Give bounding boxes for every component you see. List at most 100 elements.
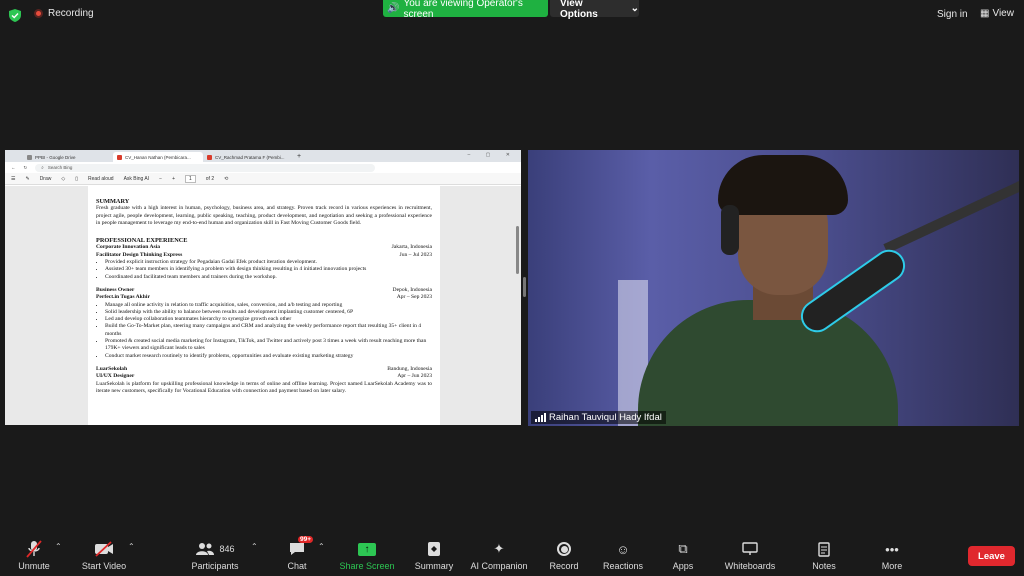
job-org: Business Owner	[96, 286, 135, 293]
ai-companion-label: AI Companion	[470, 561, 528, 571]
audio-options-chevron-icon[interactable]: ⌃	[55, 542, 62, 551]
summary-text: Fresh graduate with a high interest in h…	[96, 205, 432, 226]
drive-icon	[27, 154, 32, 160]
job-entry: LuarSekolah Bandung, Indonesia UI/UX Desi…	[96, 366, 432, 395]
notes-label: Notes	[812, 561, 836, 571]
eraser-icon[interactable]: ◇	[61, 176, 65, 182]
view-button[interactable]: ▦ View	[980, 8, 1014, 19]
camera-off-icon	[94, 539, 114, 559]
tab-title: PPBI - Google Drive	[35, 154, 76, 160]
pdf-scrollbar[interactable]	[516, 226, 519, 274]
view-options-button[interactable]: View Options ⌄	[550, 0, 639, 20]
apps-label: Apps	[672, 561, 694, 571]
share-screen-label: Share Screen	[339, 561, 395, 571]
refresh-icon[interactable]: ↻	[24, 165, 28, 171]
smiley-add-icon: ☺	[616, 541, 630, 557]
apps-icon: ⧉	[678, 541, 688, 556]
start-video-button[interactable]: Start Video	[74, 539, 134, 571]
share-screen-icon: ↑	[358, 539, 376, 559]
zoom-in-icon[interactable]: +	[172, 176, 175, 182]
job-bullet: Conduct market research routinely to ide…	[105, 353, 432, 360]
read-aloud-button[interactable]: Read aloud	[88, 176, 114, 182]
summary-icon	[427, 539, 441, 559]
summary-button[interactable]: Summary	[404, 539, 464, 571]
view-label: View	[992, 8, 1014, 19]
browser-tab-active[interactable]: CV_Hanan Nathan (Pembicara...	[113, 152, 203, 162]
participant-name: Raihan Tauviqul Hady Ifdal	[549, 412, 662, 423]
experience-heading: PROFESSIONAL EXPERIENCE	[96, 237, 188, 245]
meeting-top-bar: Recording 🔊 You are viewing Operator's s…	[0, 0, 1024, 32]
job-dates: Apr – Jun 2023	[397, 373, 432, 380]
video-person-hair	[718, 155, 848, 215]
rotate-icon[interactable]: ⟲	[224, 176, 228, 182]
new-tab-icon[interactable]: +	[297, 153, 301, 160]
pdf-icon	[207, 154, 212, 160]
window-controls[interactable]: – ▢ ✕	[468, 152, 517, 158]
highlight-icon[interactable]: ✎	[25, 176, 29, 182]
recording-indicator[interactable]: Recording	[34, 8, 94, 19]
mic-arm	[883, 176, 1019, 254]
contents-icon[interactable]: ☰	[11, 176, 15, 182]
tab-title: CV_Rachmad Pratama F (Pembi...	[215, 154, 285, 160]
sign-in-button[interactable]: Sign in	[931, 8, 974, 21]
participants-button[interactable]: 846 Participants	[185, 539, 245, 571]
job-entry: Corporate Innovation Asia Jakarta, Indone…	[96, 244, 432, 280]
leave-button[interactable]: Leave	[968, 546, 1015, 566]
pdf-icon	[117, 154, 122, 160]
job-bullet: Build the Go-To-Market plan, steering ma…	[105, 323, 432, 338]
shared-screen[interactable]: PPBI - Google Drive CV_Hanan Nathan (Pem…	[5, 150, 521, 425]
participants-options-chevron-icon[interactable]: ⌃	[251, 542, 258, 551]
whiteboard-icon	[742, 539, 758, 559]
chat-options-chevron-icon[interactable]: ⌃	[318, 542, 325, 551]
browser-tab[interactable]: CV_Rachmad Pratama F (Pembi...	[203, 152, 293, 162]
pdf-viewer[interactable]: SUMMARY Fresh graduate with a high inter…	[5, 186, 521, 425]
participants-count: 846	[219, 544, 235, 554]
participants-icon: 846	[195, 539, 235, 559]
more-label: More	[881, 561, 903, 571]
whiteboards-button[interactable]: Whiteboards	[720, 539, 780, 571]
page-total: of 2	[205, 175, 215, 182]
split-view-divider[interactable]	[523, 277, 526, 297]
job-org: LuarSekolah	[96, 365, 128, 372]
viewing-banner-text: You are viewing Operator's screen	[403, 0, 523, 20]
shield-check-icon[interactable]	[9, 9, 21, 22]
chat-label: Chat	[287, 561, 307, 571]
whiteboards-label: Whiteboards	[724, 561, 776, 571]
job-role: UI/UX Designer	[96, 373, 135, 380]
ask-bing-button[interactable]: Ask Bing AI	[124, 176, 150, 182]
page-view-icon[interactable]: ▯	[75, 176, 78, 182]
signal-strength-icon	[535, 413, 546, 422]
job-location: Jakarta, Indonesia	[391, 244, 432, 251]
search-placeholder: Search Bing	[47, 165, 73, 170]
search-input[interactable]: ⌕ Search Bing	[35, 163, 376, 172]
viewing-screen-banner: 🔊 You are viewing Operator's screen	[383, 0, 548, 20]
record-icon	[557, 539, 571, 559]
search-icon: ⌕	[41, 165, 44, 170]
pdf-page: SUMMARY Fresh graduate with a high inter…	[88, 186, 440, 425]
video-options-chevron-icon[interactable]: ⌃	[128, 542, 135, 551]
job-dates: Apr – Sep 2023	[396, 294, 432, 301]
share-screen-button[interactable]: ↑ Share Screen	[337, 539, 397, 571]
participant-video-tile[interactable]: Raihan Tauviqul Hady Ifdal	[528, 150, 1019, 426]
zoom-out-icon[interactable]: −	[159, 176, 162, 182]
participant-name-label: Raihan Tauviqul Hady Ifdal	[531, 411, 666, 424]
browser-address-bar: ← ↻ ⌕ Search Bing	[5, 162, 521, 173]
chat-unread-badge: 99+	[298, 536, 314, 543]
ai-companion-button[interactable]: ✦ AI Companion	[469, 539, 529, 571]
chat-icon: 99+	[289, 536, 314, 559]
record-button[interactable]: Record	[534, 539, 594, 571]
sparkle-icon: ✦	[493, 541, 505, 556]
page-number-input[interactable]: 1	[184, 174, 196, 183]
pdf-toolbar: ☰ ✎ Draw ◇ ▯ Read aloud Ask Bing AI − + …	[5, 173, 521, 185]
draw-button[interactable]: Draw	[40, 176, 52, 182]
job-entry: Business Owner Depok, Indonesia Perfect.i…	[96, 287, 432, 360]
more-button[interactable]: ••• More	[862, 539, 922, 572]
browser-tab[interactable]: PPBI - Google Drive	[23, 152, 113, 162]
job-bullet: Coordinated and facilitated team members…	[105, 274, 432, 281]
back-icon[interactable]: ←	[11, 165, 16, 170]
reactions-button[interactable]: ☺ Reactions	[593, 539, 653, 572]
notes-button[interactable]: Notes	[794, 539, 854, 571]
more-dots-icon: •••	[885, 541, 899, 557]
apps-button[interactable]: ⧉ Apps	[653, 539, 713, 571]
job-location: Bandung, Indonesia	[387, 365, 432, 372]
